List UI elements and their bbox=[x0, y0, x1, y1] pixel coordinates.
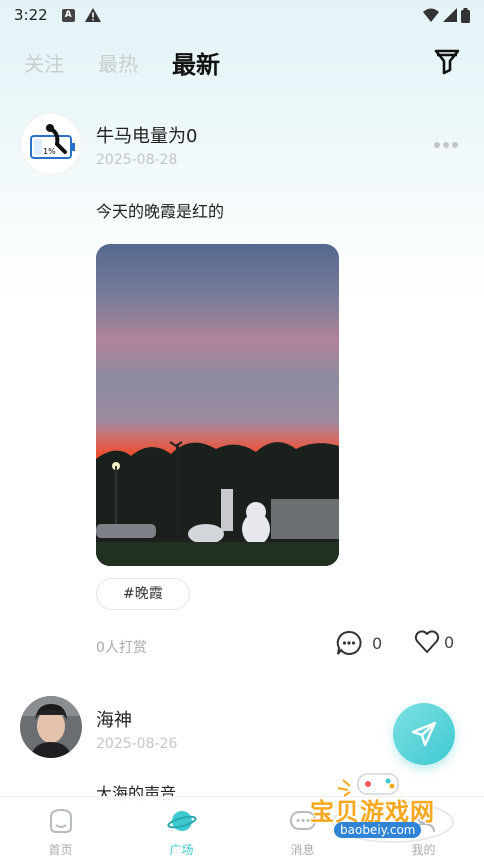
nav-square[interactable]: 广场 bbox=[121, 797, 242, 860]
site-watermark: 宝贝游戏网 baobeiy.com bbox=[308, 770, 458, 848]
like-count: 0 bbox=[444, 632, 455, 652]
post-photo[interactable] bbox=[96, 244, 339, 566]
user-portrait-image bbox=[20, 696, 82, 758]
avatar[interactable] bbox=[20, 696, 82, 758]
filter-icon[interactable] bbox=[432, 46, 462, 76]
topic-tag[interactable]: #晚霞 bbox=[96, 578, 190, 610]
tab-following[interactable]: 关注 bbox=[24, 48, 64, 77]
status-time: 3:22 bbox=[14, 6, 48, 24]
post-username[interactable]: 牛马电量为0 bbox=[96, 122, 197, 148]
more-options-button[interactable] bbox=[434, 142, 458, 148]
feed-tabs: 关注 最热 最新 bbox=[0, 40, 484, 84]
tab-hottest[interactable]: 最热 bbox=[98, 48, 138, 77]
post-date: 2025-08-26 bbox=[96, 736, 178, 752]
planet-icon bbox=[166, 811, 197, 831]
avatar[interactable]: 1% bbox=[20, 113, 82, 175]
tip-count: 0人打赏 bbox=[96, 640, 147, 656]
battery-sticker-avatar-image: 1% bbox=[21, 114, 81, 174]
wifi-icon bbox=[423, 8, 439, 22]
heart-icon bbox=[414, 630, 440, 653]
nav-square-label: 广场 bbox=[169, 843, 194, 857]
svg-text:1%: 1% bbox=[43, 147, 56, 156]
send-icon bbox=[411, 721, 437, 747]
comment-icon bbox=[336, 630, 362, 655]
home-icon bbox=[49, 808, 72, 833]
comment-button[interactable]: 0 bbox=[336, 630, 382, 656]
create-post-button[interactable] bbox=[393, 703, 455, 765]
post-username[interactable]: 海神 bbox=[96, 706, 132, 732]
app-notification-icon: A bbox=[61, 8, 75, 22]
post-date: 2025-08-28 bbox=[96, 152, 178, 168]
sunset-photo-image bbox=[96, 244, 339, 566]
comment-count: 0 bbox=[372, 633, 383, 653]
battery-icon bbox=[461, 7, 470, 23]
signal-icon bbox=[443, 8, 457, 22]
nav-home[interactable]: 首页 bbox=[0, 797, 121, 860]
nav-home-label: 首页 bbox=[48, 843, 73, 857]
status-bar: 3:22 A bbox=[0, 0, 484, 30]
post-text: 今天的晚霞是红的 bbox=[96, 202, 225, 221]
like-button[interactable]: 0 bbox=[414, 630, 454, 654]
warning-icon bbox=[84, 8, 101, 22]
tab-latest[interactable]: 最新 bbox=[172, 45, 220, 80]
watermark-url: baobeiy.com bbox=[334, 822, 422, 838]
